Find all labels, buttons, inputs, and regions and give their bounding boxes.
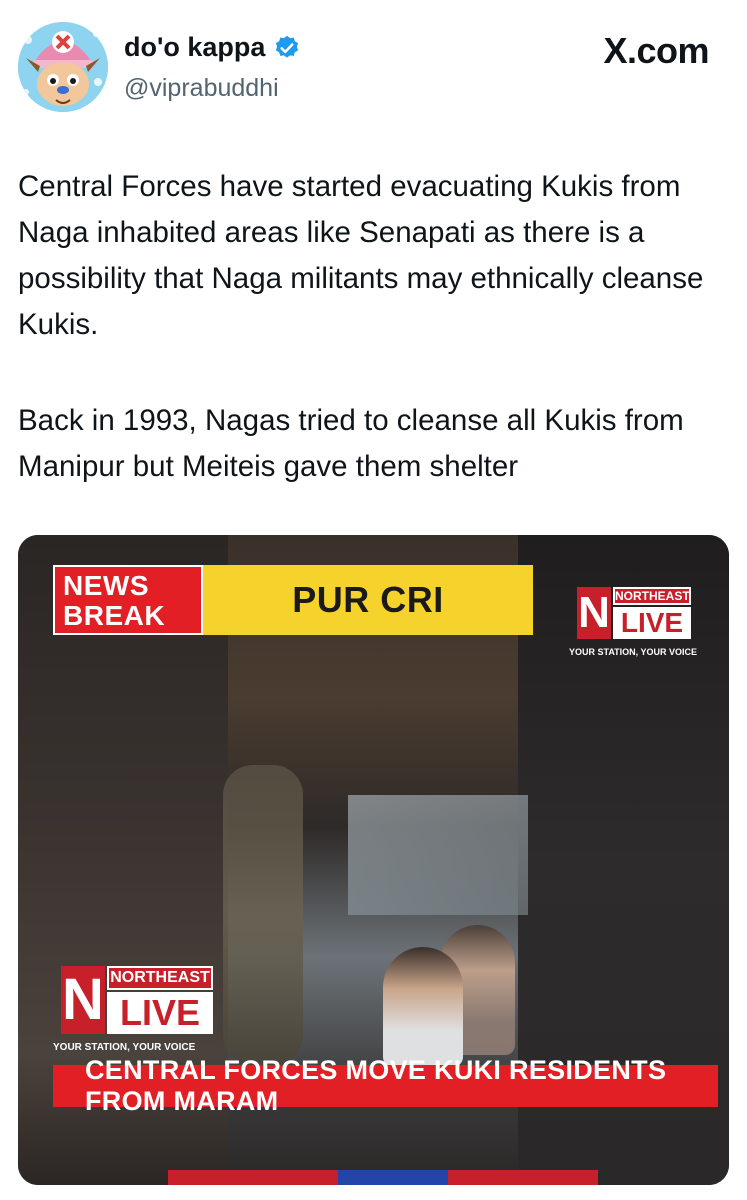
video-person-figure (383, 947, 463, 1067)
tweet-paragraph-2: Back in 1993, Nagas tried to cleanse all… (18, 404, 684, 483)
tweet-header: do'o kappa @viprabuddhi X.com (0, 0, 747, 130)
news-break-line-2: BREAK (63, 600, 166, 631)
tweet-paragraph-1: Central Forces have started evacuating K… (18, 170, 704, 341)
news-headline-bar: PUR CRI (203, 565, 533, 635)
n-logo-mark-icon: N (61, 966, 105, 1034)
author-display-name-row[interactable]: do'o kappa (124, 32, 301, 63)
n-logo-mark-icon: N (577, 587, 611, 639)
author-handle[interactable]: @viprabuddhi (124, 74, 279, 103)
logo-tagline: YOUR STATION, YOUR VOICE (569, 647, 698, 657)
chopper-avatar-icon[interactable] (18, 22, 108, 112)
northeast-live-logo: N NORTHEAST LIVE YOUR STATION, YOUR VOIC… (569, 583, 709, 663)
logo-live-label: LIVE (107, 992, 213, 1034)
ticker-strip-blue (338, 1170, 448, 1185)
verified-badge-icon (276, 35, 299, 58)
video-soldier-figure (223, 765, 303, 1065)
logo-live-label: LIVE (613, 607, 691, 639)
news-headline-text: PUR CRI (292, 579, 444, 620)
x-brand-label: X.com (603, 30, 709, 71)
news-ticker: CENTRAL FORCES MOVE KUKI RESIDENTS FROM … (53, 1055, 718, 1116)
news-break-badge: NEWS BREAK (53, 565, 203, 635)
northeast-live-logo: N NORTHEAST LIVE YOUR STATION, YOUR VOIC… (53, 960, 228, 1060)
logo-northeast-label: NORTHEAST (613, 587, 691, 605)
author-display-name[interactable]: do'o kappa (124, 32, 265, 63)
tweet-video-media[interactable]: NEWS BREAK PUR CRI N NORTHEAST LIVE YOUR… (18, 535, 729, 1185)
logo-northeast-label: NORTHEAST (107, 966, 213, 990)
news-break-line-1: NEWS (63, 570, 149, 601)
logo-tagline: YOUR STATION, YOUR VOICE (53, 1042, 196, 1053)
news-ticker-text: CENTRAL FORCES MOVE KUKI RESIDENTS FROM … (85, 1055, 667, 1116)
video-window-light (348, 795, 528, 915)
